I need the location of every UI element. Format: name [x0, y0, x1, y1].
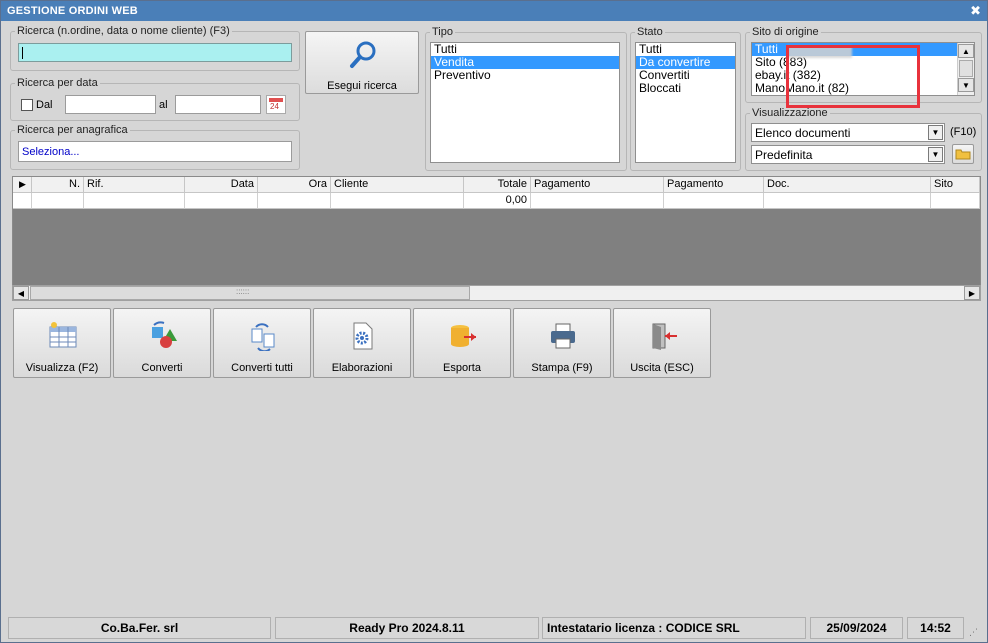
search-button[interactable]: Esegui ricerca	[305, 31, 419, 94]
grip-icon: ::::::	[236, 287, 250, 296]
highlight-box	[786, 45, 920, 108]
tipo-legend: Tipo	[432, 26, 453, 38]
col-header-sito[interactable]: Sito	[931, 177, 980, 193]
process-document-icon	[353, 322, 373, 350]
converti-button[interactable]: Converti	[113, 308, 211, 378]
scroll-thumb[interactable]: ::::::	[30, 286, 470, 300]
tipo-list[interactable]: Tutti Vendita Preventivo	[430, 42, 620, 163]
sito-legend: Sito di origine	[752, 26, 819, 38]
stato-legend: Stato	[637, 26, 663, 38]
tipo-item-preventivo[interactable]: Preventivo	[431, 69, 619, 82]
calendar-icon[interactable]: 24	[266, 95, 286, 114]
uscita-button[interactable]: Uscita (ESC)	[613, 308, 711, 378]
registry-select-value: Seleziona...	[22, 146, 80, 158]
title-bar: GESTIONE ORDINI WEB ✖	[1, 1, 987, 21]
convert-all-icon	[251, 323, 275, 351]
stampa-button[interactable]: Stampa (F9)	[513, 308, 611, 378]
chevron-down-icon[interactable]: ▼	[928, 147, 943, 162]
elaborazioni-button[interactable]: Elaborazioni	[313, 308, 411, 378]
row-indicator-header: ▶	[13, 177, 32, 193]
table-view-icon	[49, 322, 77, 348]
open-folder-button[interactable]	[952, 144, 974, 164]
scroll-thumb[interactable]	[959, 60, 973, 77]
date-filter-checkbox[interactable]	[21, 99, 33, 111]
status-date: 25/09/2024	[810, 617, 903, 639]
preset-dropdown[interactable]: Predefinita ▼	[751, 145, 945, 164]
grid-horizontal-scrollbar[interactable]: ◀ :::::: ▶	[12, 285, 981, 301]
view-shortcut: (F10)	[950, 126, 977, 138]
table-cell[interactable]	[931, 193, 980, 209]
col-header-pagamento-2[interactable]: Pagamento	[664, 177, 764, 193]
close-icon[interactable]: ✖	[970, 3, 981, 19]
search-input[interactable]	[18, 43, 292, 62]
main-window: GESTIONE ORDINI WEB ✖ Ricerca (n.ordine,…	[0, 0, 988, 643]
stato-item-bloccati[interactable]: Bloccati	[636, 82, 735, 95]
scroll-left-icon[interactable]: ◀	[13, 286, 29, 300]
status-product: Ready Pro 2024.8.11	[275, 617, 539, 639]
visualizzazione-legend: Visualizzazione	[752, 107, 828, 119]
elaborazioni-label: Elaborazioni	[331, 362, 393, 374]
status-time: 14:52	[907, 617, 964, 639]
total-cell[interactable]: 0,00	[464, 193, 531, 209]
view-dropdown-value: Elenco documenti	[755, 126, 851, 140]
stato-list[interactable]: Tutti Da convertire Convertiti Bloccati	[635, 42, 736, 163]
convert-icon	[152, 321, 177, 348]
status-license: Intestatario licenza : CODICE SRL	[542, 617, 806, 639]
table-cell[interactable]	[331, 193, 464, 209]
chevron-down-icon[interactable]: ▼	[928, 125, 943, 140]
table-cell[interactable]	[258, 193, 331, 209]
from-label: Dal	[36, 99, 53, 111]
search-icon	[350, 41, 376, 68]
col-header-rif[interactable]: Rif.	[84, 177, 185, 193]
exit-door-icon	[652, 323, 677, 350]
date-search-legend: Ricerca per data	[17, 77, 98, 89]
view-dropdown[interactable]: Elenco documenti ▼	[751, 123, 945, 142]
col-header-n[interactable]: N.	[32, 177, 84, 193]
table-cell[interactable]	[84, 193, 185, 209]
status-company: Co.Ba.Fer. srl	[8, 617, 271, 639]
table-cell[interactable]	[185, 193, 258, 209]
stampa-label: Stampa (F9)	[531, 362, 593, 374]
col-header-ora[interactable]: Ora	[258, 177, 331, 193]
resize-grip-icon[interactable]: ⋰	[969, 627, 978, 638]
sito-scrollbar[interactable]: ▲ ▼	[957, 43, 974, 95]
esporta-label: Esporta	[443, 362, 481, 374]
row-indicator-cell	[13, 193, 32, 209]
registry-search-legend: Ricerca per anagrafica	[17, 124, 128, 136]
table-cell[interactable]	[531, 193, 664, 209]
window-title: GESTIONE ORDINI WEB	[7, 5, 138, 17]
scroll-right-icon[interactable]: ▶	[964, 286, 980, 300]
search-legend: Ricerca (n.ordine, data o nome cliente) …	[17, 25, 230, 37]
converti-label: Converti	[141, 362, 183, 374]
col-header-pagamento[interactable]: Pagamento	[531, 177, 664, 193]
table-cell[interactable]	[764, 193, 931, 209]
table-cell[interactable]	[32, 193, 84, 209]
col-header-cliente[interactable]: Cliente	[331, 177, 464, 193]
registry-select-field[interactable]: Seleziona...	[18, 141, 292, 162]
converti-tutti-label: Converti tutti	[231, 362, 293, 374]
preset-dropdown-value: Predefinita	[755, 148, 813, 162]
date-from-input[interactable]	[65, 95, 156, 114]
text-cursor	[22, 47, 23, 59]
orders-grid[interactable]: ▶ N. Rif. Data Ora Cliente Totale Pagame…	[12, 176, 981, 301]
converti-tutti-button[interactable]: Converti tutti	[213, 308, 311, 378]
uscita-label: Uscita (ESC)	[630, 362, 694, 374]
to-label: al	[159, 99, 168, 111]
calendar-day: 24	[270, 102, 279, 111]
col-header-totale[interactable]: Totale	[464, 177, 531, 193]
col-header-doc[interactable]: Doc.	[764, 177, 931, 193]
printer-icon	[551, 323, 575, 349]
esporta-button[interactable]: Esporta	[413, 308, 511, 378]
visualizza-button[interactable]: Visualizza (F2)	[13, 308, 111, 378]
row-pointer-icon: ▶	[19, 179, 26, 189]
table-cell[interactable]	[664, 193, 764, 209]
folder-icon	[955, 149, 971, 160]
scroll-down-icon[interactable]: ▼	[958, 78, 974, 92]
visualizza-label: Visualizza (F2)	[25, 362, 99, 374]
scroll-up-icon[interactable]: ▲	[958, 44, 974, 58]
export-database-icon	[451, 325, 476, 347]
date-to-input[interactable]	[175, 95, 261, 114]
search-button-label: Esegui ricerca	[327, 80, 397, 92]
col-header-data[interactable]: Data	[185, 177, 258, 193]
